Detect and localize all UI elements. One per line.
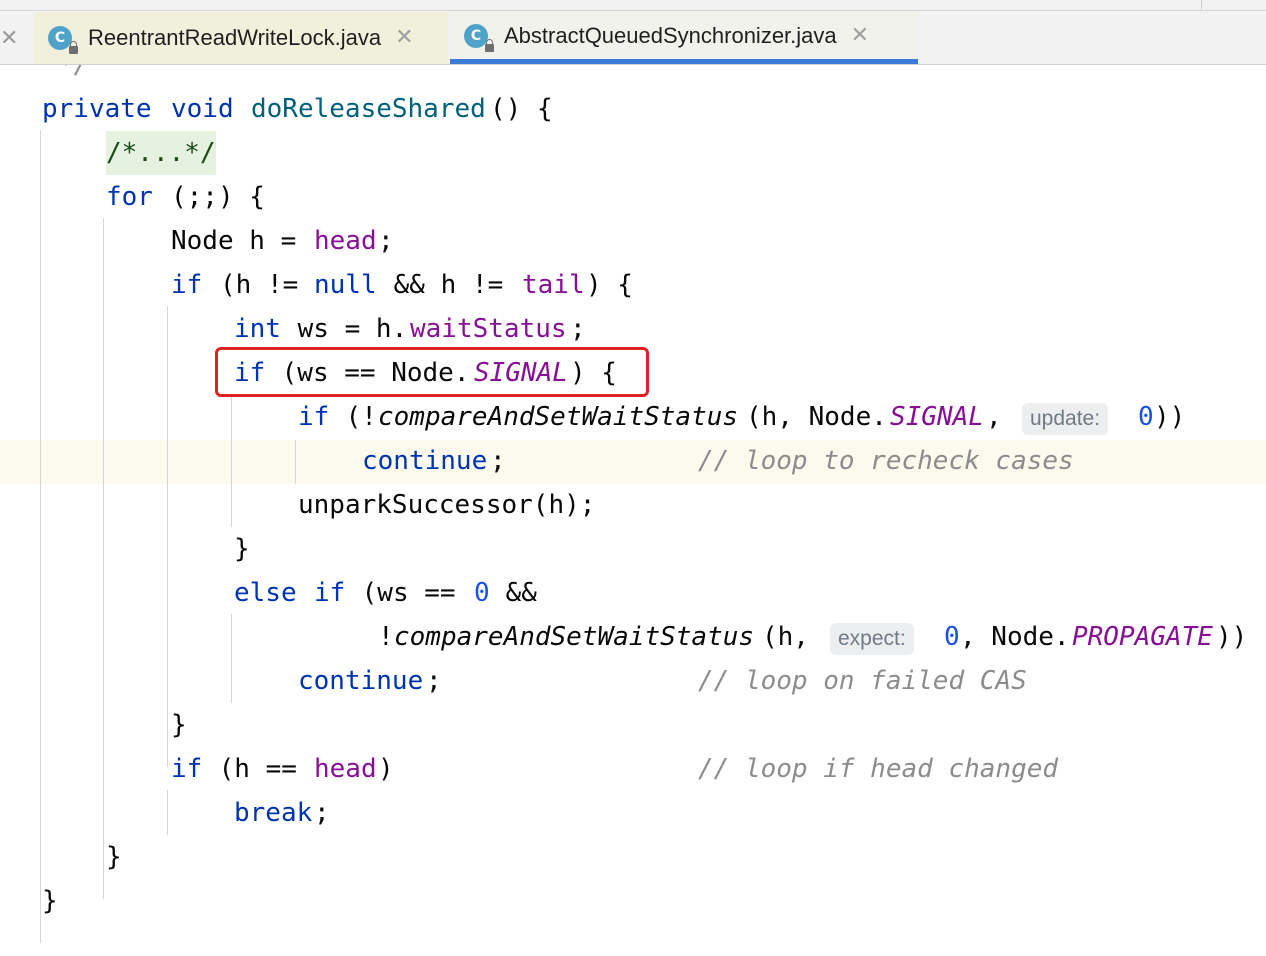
folded-comment[interactable]: /*...*/ xyxy=(106,131,216,175)
keyword-break: break xyxy=(234,798,313,828)
comment-text: */ xyxy=(58,65,90,80)
code-text: ; xyxy=(426,666,442,696)
code-text: ; xyxy=(314,798,330,828)
java-class-icon-letter: C xyxy=(54,30,66,46)
tab-abstract-queued-synchronizer[interactable]: C AbstractQueuedSynchronizer.java ✕ xyxy=(450,12,918,64)
code-text: , xyxy=(986,402,1002,432)
code-line: private void doReleaseShared () { xyxy=(0,87,1266,131)
code-line: /*...*/ xyxy=(0,131,1266,175)
code-text: Node h = xyxy=(171,226,312,256)
code-text: } xyxy=(42,886,58,916)
code-text: && h != xyxy=(378,270,519,300)
code-text: (h, Node. xyxy=(746,402,887,432)
code-text: , Node. xyxy=(960,622,1070,652)
code-text: } xyxy=(171,710,187,740)
static-method-call: compareAndSetWaitStatus xyxy=(394,622,755,652)
tab-bar-notch xyxy=(1201,0,1202,10)
field-head: head xyxy=(314,226,377,256)
close-icon[interactable]: ✕ xyxy=(0,26,20,52)
code-text: (! xyxy=(330,402,377,432)
comment-text: // loop if head changed xyxy=(698,754,1059,784)
method-name: doReleaseShared xyxy=(251,94,486,124)
comment-text: // loop to recheck cases xyxy=(698,446,1074,476)
keyword-int: int xyxy=(234,314,281,344)
code-text: ! xyxy=(378,622,394,652)
code-text: (h == xyxy=(203,754,313,784)
code-line: */ xyxy=(0,65,1266,87)
keyword-private: private xyxy=(42,94,152,124)
close-tab-icon[interactable]: ✕ xyxy=(395,27,413,49)
keyword-void: void xyxy=(171,94,234,124)
static-field-propagate: PROPAGATE xyxy=(1072,622,1213,652)
code-line: ! compareAndSetWaitStatus (h, expect: 0 … xyxy=(0,615,1266,659)
code-line: if (! compareAndSetWaitStatus (h, Node. … xyxy=(0,395,1266,439)
keyword-continue: continue xyxy=(298,666,424,696)
keyword-for: for xyxy=(106,182,153,212)
tab-bar-divider xyxy=(0,10,1266,11)
code-text: ; xyxy=(570,314,586,344)
code-text: } xyxy=(234,534,250,564)
static-method-call: compareAndSetWaitStatus xyxy=(378,402,739,432)
code-text: )) xyxy=(1154,402,1186,432)
java-class-icon: C xyxy=(48,26,78,54)
parameter-hint: expect: xyxy=(830,623,914,655)
code-line: if (h == head ) // loop if head changed xyxy=(0,747,1266,791)
code-text: ) { xyxy=(586,270,633,300)
keyword-null: null xyxy=(314,270,377,300)
keyword-if: if xyxy=(298,402,330,432)
code-line: break ; xyxy=(0,791,1266,835)
code-text: ; xyxy=(490,446,506,476)
number-literal: 0 xyxy=(474,578,490,608)
code-line: else if (ws == 0 && xyxy=(0,571,1266,615)
code-text: (h, xyxy=(762,622,809,652)
lock-icon xyxy=(69,41,78,54)
code-text: ; xyxy=(378,226,394,256)
field-tail: tail xyxy=(522,270,585,300)
code-text: () { xyxy=(490,94,553,124)
code-line: continue ; // loop to recheck cases xyxy=(0,439,1266,483)
parameter-hint: update: xyxy=(1022,403,1109,435)
code-text: (ws == xyxy=(346,578,472,608)
code-line: } xyxy=(0,879,1266,923)
code-line: } xyxy=(0,835,1266,879)
tab-reentrant-read-write-lock[interactable]: C ReentrantReadWriteLock.java ✕ xyxy=(34,12,448,64)
java-class-icon: C xyxy=(464,23,494,52)
code-editor[interactable]: */ private void doReleaseShared () { /*.… xyxy=(0,65,1266,956)
code-text: } xyxy=(106,842,122,872)
keyword-if: if xyxy=(171,754,203,784)
code-text: )) xyxy=(1216,622,1248,652)
static-field-signal: SIGNAL xyxy=(890,402,984,432)
code-line: continue ; // loop on failed CAS xyxy=(0,659,1266,703)
tab-label: ReentrantReadWriteLock.java xyxy=(88,25,382,50)
keyword-continue: continue xyxy=(362,446,488,476)
code-line: } xyxy=(0,527,1266,571)
code-line: unparkSuccessor(h); xyxy=(0,483,1266,527)
editor-tab-bar: ✕ C ReentrantReadWriteLock.java ✕ C Abst… xyxy=(0,0,1266,65)
field-head: head xyxy=(314,754,377,784)
java-class-icon-letter: C xyxy=(470,27,482,44)
code-line: } xyxy=(0,703,1266,747)
code-line: int ws = h. waitStatus ; xyxy=(0,307,1266,351)
code-line: if (h != null && h != tail ) { xyxy=(0,263,1266,307)
number-literal: 0 xyxy=(944,622,960,652)
tab-label: AbstractQueuedSynchronizer.java xyxy=(504,22,837,48)
code-text: && xyxy=(490,578,537,608)
highlight-annotation-box xyxy=(215,347,649,397)
number-literal: 0 xyxy=(1138,402,1154,432)
code-text: (h != xyxy=(220,270,314,300)
keyword-if: if xyxy=(314,578,346,608)
code-text: ) xyxy=(378,754,394,784)
keyword-else: else xyxy=(234,578,297,608)
code-text: ws = h. xyxy=(282,314,408,344)
keyword-if: if xyxy=(171,270,203,300)
code-text: unparkSuccessor(h); xyxy=(298,490,596,520)
field-wait-status: waitStatus xyxy=(410,314,567,344)
code-text: (;;) { xyxy=(171,182,265,212)
close-tab-icon[interactable]: ✕ xyxy=(851,24,869,47)
code-line: Node h = head ; xyxy=(0,219,1266,263)
code-line: for (;;) { xyxy=(0,175,1266,219)
comment-text: // loop on failed CAS xyxy=(698,666,1027,696)
lock-icon xyxy=(485,38,494,52)
